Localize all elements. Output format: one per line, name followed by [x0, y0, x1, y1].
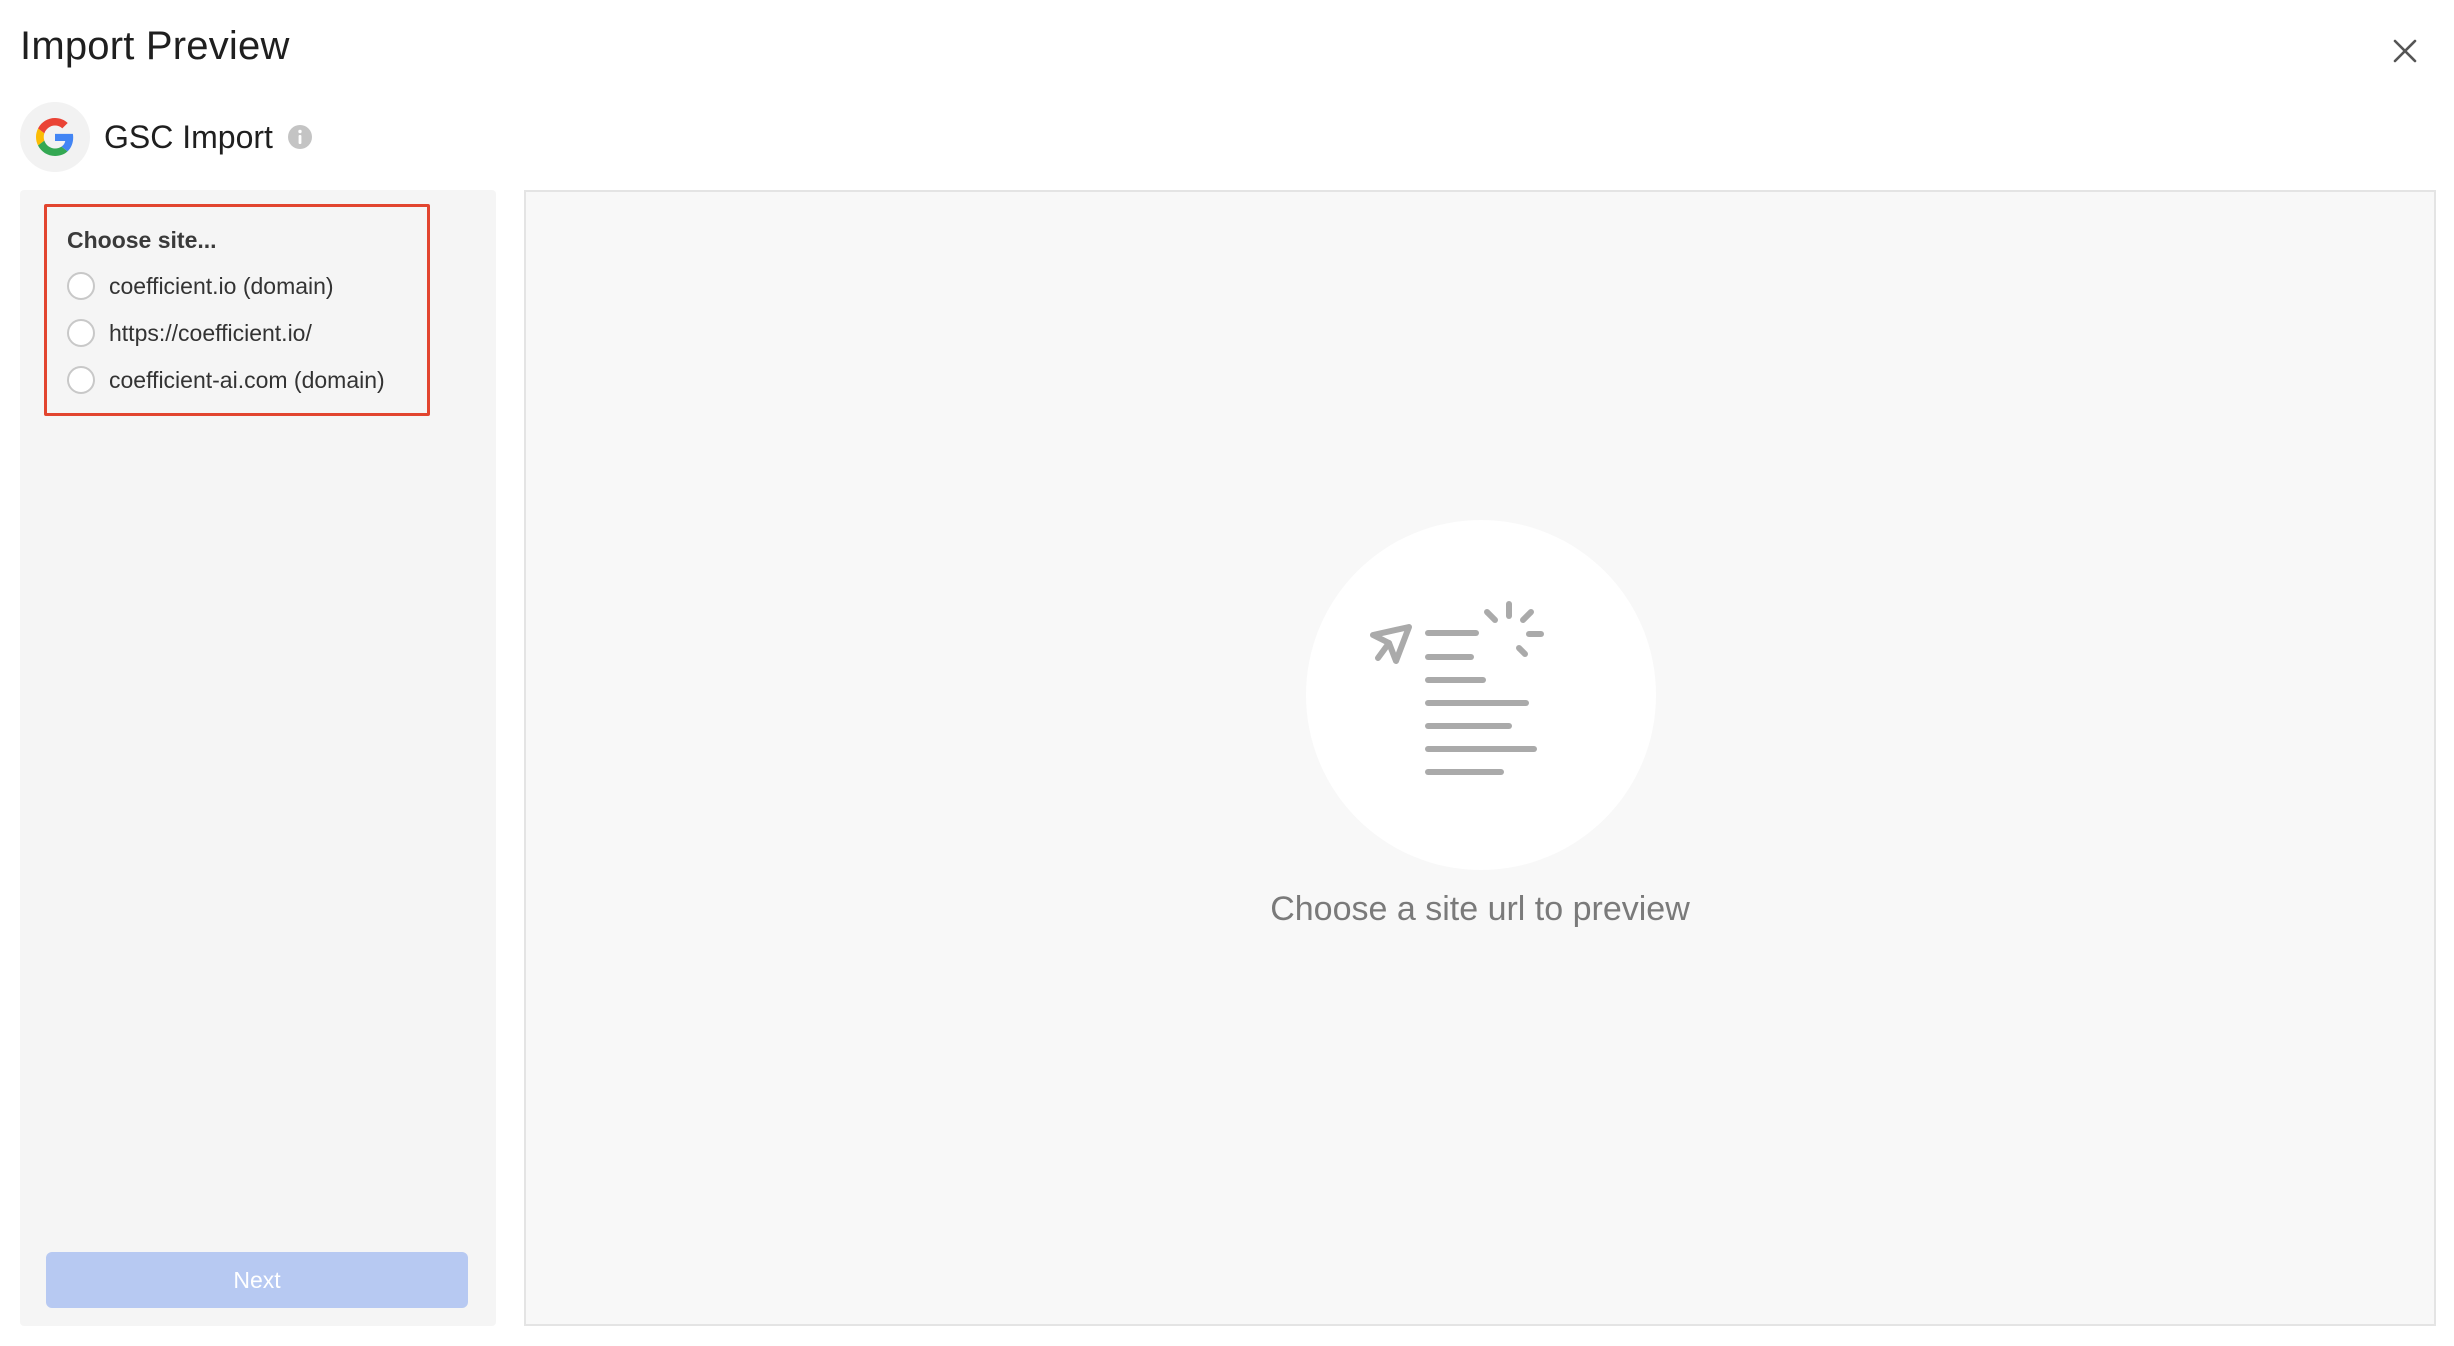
close-icon — [2393, 39, 2417, 63]
info-button[interactable] — [287, 124, 313, 150]
empty-state-message: Choose a site url to preview — [1270, 890, 1690, 928]
next-button[interactable]: Next — [46, 1252, 468, 1308]
site-option-coefficient-io-url[interactable]: https://coefficient.io/ — [67, 318, 312, 348]
send-document-icon — [1370, 601, 1544, 775]
integration-name: GSC Import — [104, 118, 273, 155]
google-logo — [20, 102, 90, 172]
import-preview-dialog: Import Preview GSC Import Choose site...… — [0, 0, 2454, 1346]
site-radio[interactable] — [67, 366, 95, 394]
site-sidebar: Choose site... coefficient.io (domain) h… — [20, 190, 496, 1326]
empty-state-illustration — [1306, 520, 1656, 870]
site-radio[interactable] — [67, 319, 95, 347]
integration-header: GSC Import — [20, 102, 313, 172]
site-option-coefficient-ai-domain[interactable]: coefficient-ai.com (domain) — [67, 365, 385, 395]
site-option-label: https://coefficient.io/ — [109, 319, 312, 346]
site-radio[interactable] — [67, 272, 95, 300]
site-chooser-group: Choose site... coefficient.io (domain) h… — [44, 204, 430, 416]
dialog-title: Import Preview — [20, 24, 290, 68]
choose-site-label: Choose site... — [67, 227, 217, 253]
preview-panel: Choose a site url to preview — [524, 190, 2436, 1326]
site-option-label: coefficient-ai.com (domain) — [109, 366, 385, 393]
site-option-label: coefficient.io (domain) — [109, 272, 334, 299]
site-option-coefficient-io-domain[interactable]: coefficient.io (domain) — [67, 271, 334, 301]
google-g-icon — [36, 118, 74, 156]
info-icon — [287, 125, 312, 149]
close-button[interactable] — [2384, 30, 2426, 72]
